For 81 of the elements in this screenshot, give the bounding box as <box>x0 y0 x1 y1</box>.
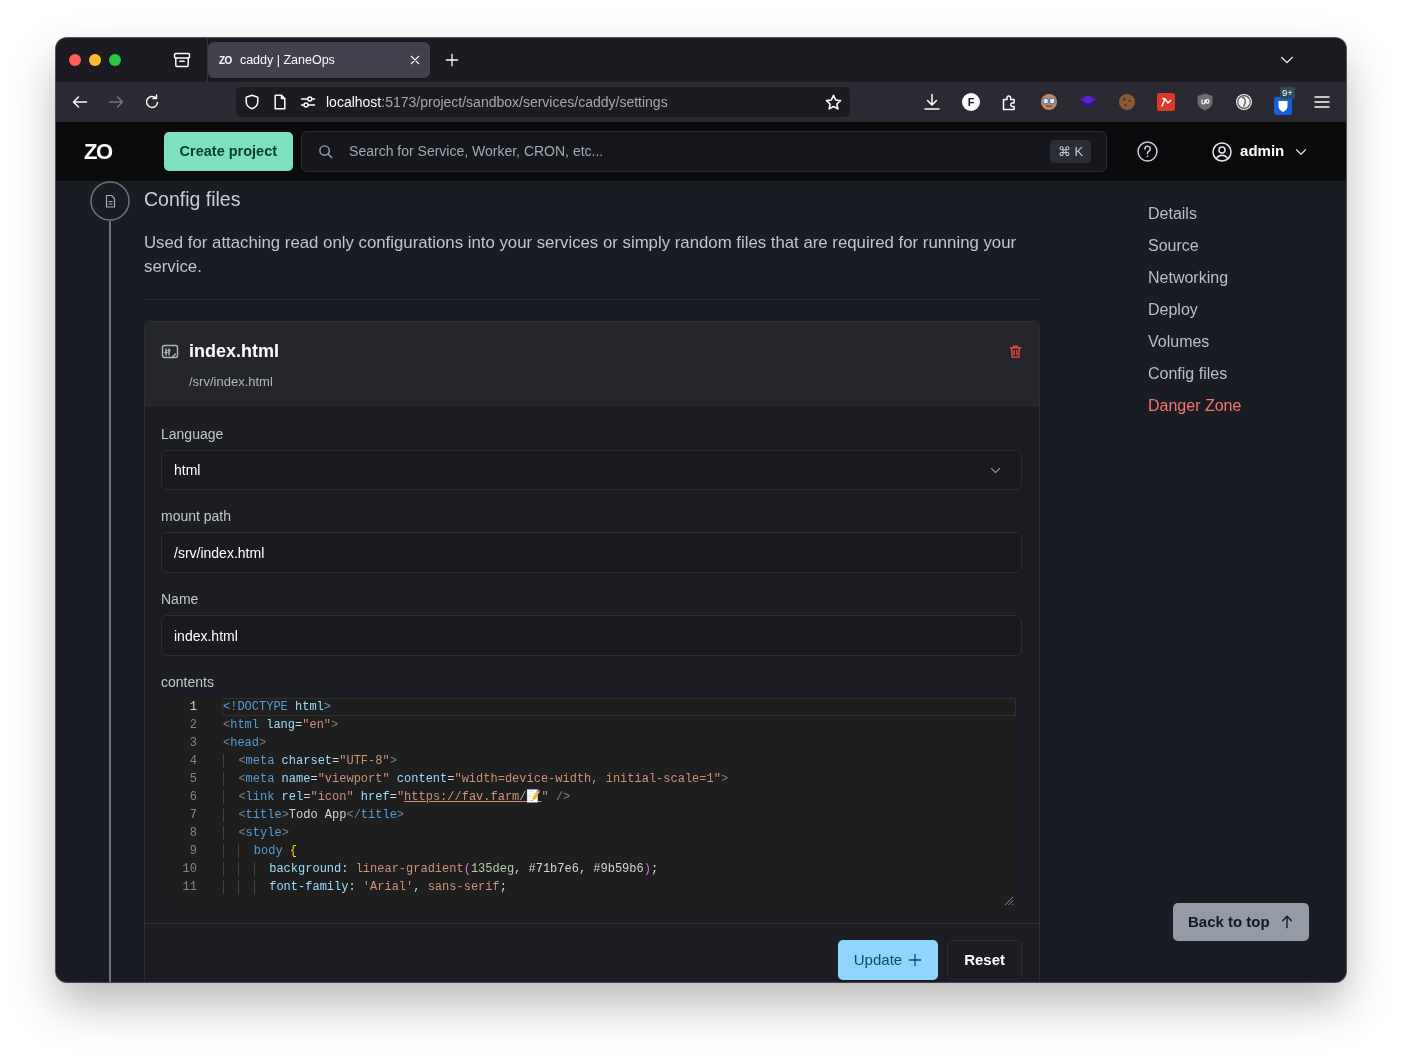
line-number: 8 <box>188 825 198 842</box>
zigzag-tile-icon[interactable] <box>1157 93 1175 111</box>
user-menu[interactable]: admin <box>1212 140 1308 163</box>
help-icon[interactable] <box>1137 141 1159 162</box>
line-number: 9 <box>188 843 198 860</box>
create-project-button[interactable]: Create project <box>163 132 294 171</box>
section-link[interactable]: Volumes <box>1148 330 1210 354</box>
name-input[interactable]: index.html <box>161 615 1022 656</box>
window-minimize-icon[interactable] <box>89 54 101 66</box>
search-icon <box>318 144 334 159</box>
field-label: contents <box>161 673 214 692</box>
window-zoom-icon[interactable] <box>109 54 121 66</box>
back-to-top-button[interactable]: Back to top <box>1173 903 1309 941</box>
line-number: 4 <box>188 753 198 770</box>
address-bar[interactable]: localhost:5173/project/sandbox/services/caddy/settings <box>236 87 850 117</box>
section-link[interactable]: Details <box>1148 202 1197 226</box>
code-line: <meta name="viewport" content="width=device-width, initial-scale=1"> <box>222 770 1016 788</box>
code-line: <meta charset="UTF-8"> <box>222 752 1016 770</box>
plus-icon[interactable] <box>445 53 459 67</box>
window-close-icon[interactable] <box>69 54 81 66</box>
tray-icon[interactable] <box>173 51 191 69</box>
field-label: Language <box>161 425 224 444</box>
language-select[interactable]: html <box>161 450 1022 490</box>
download-icon[interactable] <box>923 93 941 111</box>
section-link[interactable]: Config files <box>1148 362 1228 386</box>
code-line: <link rel="icon" href="https://fav.farm/📝" /> <box>222 788 1016 806</box>
line-number: 11 <box>181 879 198 896</box>
code-line: background: linear-gradient(135deg, #71b7e6, #9b59b6); <box>222 860 1016 878</box>
plus-icon <box>908 953 923 967</box>
menu-icon[interactable] <box>1313 93 1331 111</box>
shield-badge-icon[interactable] <box>1196 93 1214 111</box>
file-path: /srv/index.html <box>189 373 273 391</box>
notification-count: 9+ <box>1280 87 1295 99</box>
section-title: Config files <box>144 187 241 212</box>
code-line: <head> <box>222 735 268 752</box>
section-link[interactable]: Deploy <box>1148 298 1198 322</box>
page-icon[interactable] <box>272 94 288 110</box>
search-field[interactable]: Search for Service, Worker, CRON, etc... ⌘ K <box>301 131 1108 172</box>
app-logo[interactable]: ZO <box>84 135 112 168</box>
code-line: <html lang="en"> <box>222 717 340 734</box>
mount-path-input[interactable]: /srv/index.html <box>161 532 1022 573</box>
search-input[interactable]: Search for Service, Worker, CRON, etc... <box>347 140 1050 163</box>
arrow-up-icon <box>1279 915 1294 929</box>
field-label: Name <box>161 590 199 609</box>
trash-icon[interactable] <box>1008 344 1023 359</box>
cookie-icon[interactable] <box>1118 93 1136 111</box>
resize-grip-icon[interactable] <box>1002 894 1014 906</box>
reset-button[interactable]: Reset <box>947 940 1022 980</box>
code-editor[interactable] <box>163 698 1016 908</box>
line-number: 1 <box>188 699 198 716</box>
star-icon[interactable] <box>825 93 842 111</box>
glasses-face-icon[interactable] <box>1040 93 1058 111</box>
update-button[interactable]: Update <box>837 940 939 980</box>
browser-tab[interactable]: ZO caddy | ZaneOps <box>208 42 430 78</box>
code-line: body { <box>222 842 1016 860</box>
file-name: index.html <box>189 340 279 363</box>
line-number: 5 <box>188 771 198 788</box>
section-link[interactable]: Networking <box>1148 266 1229 290</box>
shield-icon[interactable] <box>244 94 260 110</box>
file-sliders-icon <box>161 342 179 361</box>
arrow-left-icon[interactable] <box>72 94 88 110</box>
section-link[interactable]: Source <box>1148 234 1199 258</box>
user-circle-icon <box>1212 141 1233 162</box>
close-icon[interactable] <box>409 54 421 66</box>
extension-button[interactable]: F <box>962 93 980 111</box>
circle-emblem-icon[interactable] <box>1235 93 1253 111</box>
shortcut-hint: ⌘ K <box>1049 139 1092 164</box>
section-description: Used for attaching read only configurations into your services or simply random files that are required for running your service. <box>144 232 1018 278</box>
line-number: 10 <box>181 861 198 878</box>
line-number: 6 <box>188 789 198 806</box>
tab-favicon: ZO <box>219 53 232 68</box>
section-link[interactable]: Danger Zone <box>1148 394 1242 418</box>
code-line: <title>Todo App</title> <box>222 806 1016 824</box>
code-line: <style> <box>222 824 1016 842</box>
line-number: 3 <box>188 735 198 752</box>
sliders-icon[interactable] <box>300 94 316 110</box>
line-number: 2 <box>188 717 198 734</box>
field-label: mount path <box>161 507 232 526</box>
reload-icon[interactable] <box>144 94 160 110</box>
code-line: font-family: 'Arial', sans-serif; <box>222 878 1016 896</box>
line-number: 7 <box>188 807 198 824</box>
